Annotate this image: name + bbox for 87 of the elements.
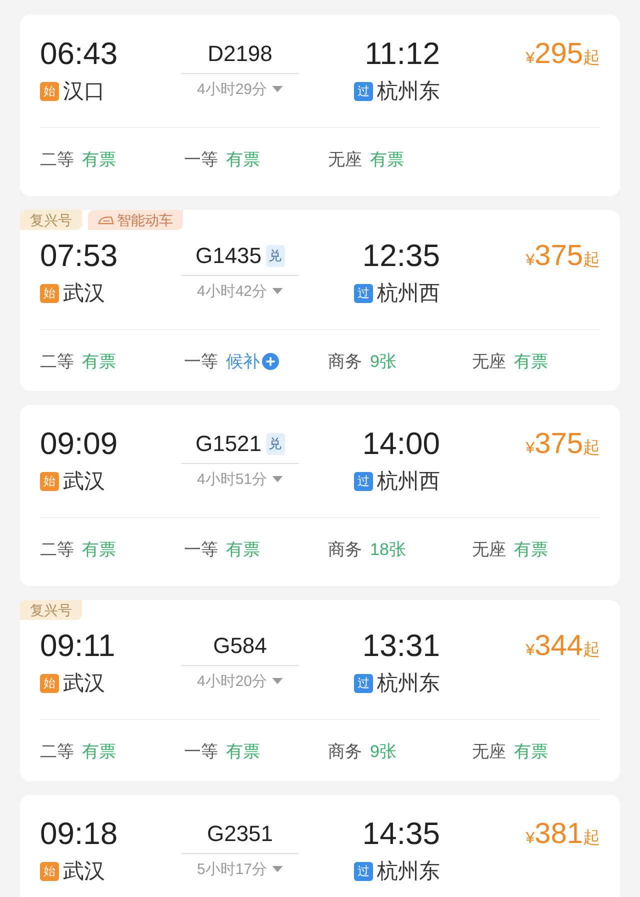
train-tag: 智能动车 bbox=[88, 210, 183, 230]
seat-class: 一等 bbox=[184, 741, 218, 763]
train-number: G1435 bbox=[195, 243, 262, 269]
train-icon bbox=[98, 215, 114, 225]
seat-status: 9张 bbox=[370, 351, 396, 373]
price-label: ¥375起 bbox=[526, 239, 600, 274]
seat-class: 二等 bbox=[40, 741, 74, 763]
seat-class: 无座 bbox=[472, 741, 506, 763]
seat-class: 无座 bbox=[472, 539, 506, 561]
seat-status: 有票 bbox=[82, 539, 116, 561]
origin-badge: 始 bbox=[40, 862, 59, 880]
seat-class: 商务 bbox=[328, 741, 362, 763]
origin-badge: 始 bbox=[40, 472, 59, 490]
caret-icon bbox=[272, 476, 284, 483]
arrival-time: 13:31 bbox=[362, 627, 440, 665]
pass-badge: 过 bbox=[354, 284, 373, 302]
arrival-station: 杭州西 bbox=[377, 281, 440, 307]
seat-status: 有票 bbox=[82, 351, 116, 373]
train-card[interactable]: 09:09 始 武汉 G1521 兑 4小时51分 14:00 过 杭州西 ¥375起 二等 有票 一等 有票 商务 18张 无座 有票 bbox=[20, 405, 620, 586]
seat-class: 二等 bbox=[40, 539, 74, 561]
pass-badge: 过 bbox=[354, 862, 373, 880]
train-card[interactable]: 06:43 始 汉口 D2198 4小时29分 11:12 过 杭州东 ¥295起 二等 有票 一等 有票 无座 有票 bbox=[20, 15, 620, 196]
seat-class: 无座 bbox=[472, 351, 506, 373]
seat-status: 18张 bbox=[370, 539, 406, 561]
arrival-station: 杭州东 bbox=[377, 79, 440, 105]
price-label: ¥381起 bbox=[526, 817, 600, 852]
train-number: D2198 bbox=[208, 41, 272, 67]
pass-badge: 过 bbox=[354, 82, 373, 100]
arrival-station: 杭州东 bbox=[377, 671, 440, 697]
origin-badge: 始 bbox=[40, 674, 59, 692]
departure-time: 06:43 bbox=[40, 35, 119, 73]
departure-station: 武汉 bbox=[63, 469, 105, 495]
arrival-time: 14:00 bbox=[362, 425, 440, 463]
pass-badge: 过 bbox=[354, 472, 373, 490]
seat-status: 有票 bbox=[226, 539, 260, 561]
train-number: G2351 bbox=[206, 821, 274, 847]
departure-station: 武汉 bbox=[63, 859, 105, 885]
train-card[interactable]: 复兴号 09:11 始 武汉 G584 4小时20分 13:31 过 杭州东 ¥344起 二等 有票 一等 有票 商务 9张 无座 有票 bbox=[20, 600, 620, 781]
train-number: G1521 bbox=[195, 431, 262, 457]
arrival-time: 14:35 bbox=[362, 815, 440, 853]
seat-status: 9张 bbox=[370, 741, 396, 763]
price-label: ¥295起 bbox=[526, 37, 600, 72]
seat-status: 有票 bbox=[514, 351, 548, 373]
seat-class: 无座 bbox=[328, 149, 362, 171]
price-label: ¥375起 bbox=[526, 427, 600, 462]
seat-status: 有票 bbox=[82, 741, 116, 763]
departure-station: 武汉 bbox=[63, 671, 105, 697]
train-card[interactable]: 复兴号 智能动车 07:53 始 武汉 G1435 兑 4小时42分 12:35 过 杭州西 ¥375起 二等 有票 一等 候补 商务 9张 无座 有票 bbox=[20, 210, 620, 391]
seat-status: 有票 bbox=[226, 741, 260, 763]
caret-icon bbox=[272, 866, 284, 873]
departure-time: 09:11 bbox=[40, 627, 116, 665]
caret-icon bbox=[272, 86, 284, 93]
seat-status: 有票 bbox=[226, 149, 260, 171]
arrival-time: 11:12 bbox=[364, 35, 440, 73]
departure-station: 汉口 bbox=[63, 79, 105, 105]
train-card[interactable]: 09:18 始 武汉 G2351 5小时17分 14:35 过 杭州东 ¥381起 bbox=[20, 795, 620, 897]
arrival-station: 杭州东 bbox=[377, 859, 440, 885]
departure-time: 09:18 bbox=[40, 815, 119, 853]
origin-badge: 始 bbox=[40, 82, 59, 100]
price-label: ¥344起 bbox=[526, 629, 600, 664]
seat-status: 有票 bbox=[82, 149, 116, 171]
seat-class: 二等 bbox=[40, 351, 74, 373]
seat-class: 一等 bbox=[184, 351, 218, 373]
departure-time: 07:53 bbox=[40, 237, 119, 275]
caret-icon bbox=[272, 288, 284, 295]
seat-status: 有票 bbox=[514, 539, 548, 561]
train-tag: 复兴号 bbox=[20, 600, 82, 620]
seat-class: 商务 bbox=[328, 539, 362, 561]
seat-class: 二等 bbox=[40, 149, 74, 171]
seat-class: 一等 bbox=[184, 539, 218, 561]
departure-station: 武汉 bbox=[63, 281, 105, 307]
train-number: G584 bbox=[213, 633, 267, 659]
seat-status: 有票 bbox=[370, 149, 404, 171]
arrival-time: 12:35 bbox=[362, 237, 440, 275]
seat-class: 一等 bbox=[184, 149, 218, 171]
origin-badge: 始 bbox=[40, 284, 59, 302]
add-icon[interactable] bbox=[262, 353, 279, 370]
caret-icon bbox=[272, 678, 284, 685]
seat-status: 有票 bbox=[514, 741, 548, 763]
pass-badge: 过 bbox=[354, 674, 373, 692]
exchange-badge: 兑 bbox=[266, 433, 285, 455]
train-tag: 复兴号 bbox=[20, 210, 82, 230]
exchange-badge: 兑 bbox=[266, 245, 285, 267]
departure-time: 09:09 bbox=[40, 425, 119, 463]
seat-class: 商务 bbox=[328, 351, 362, 373]
seat-status: 候补 bbox=[226, 351, 260, 373]
arrival-station: 杭州西 bbox=[377, 469, 440, 495]
